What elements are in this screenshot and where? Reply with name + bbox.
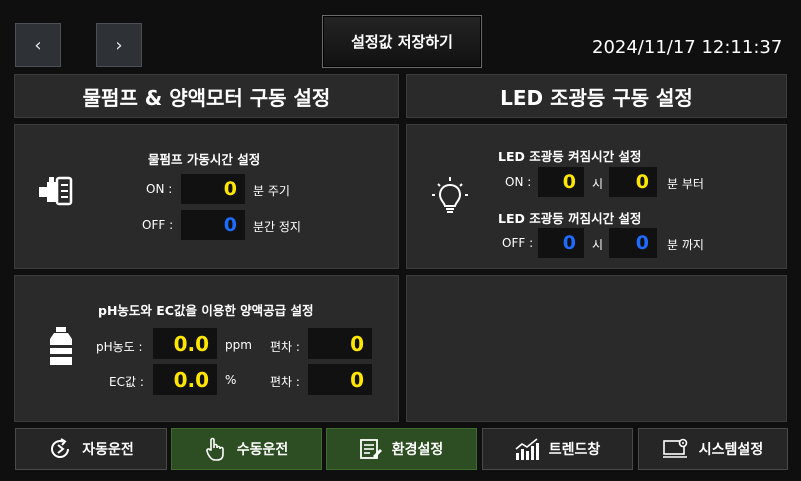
pump-section-title: 물펌프 & 양액모터 구동 설정 <box>14 74 399 118</box>
pump-on-value[interactable]: 0 <box>181 174 245 204</box>
ph-value[interactable]: 0.0 <box>153 328 217 359</box>
ec-deviation-value[interactable]: 0 <box>308 364 372 395</box>
pump-off-unit: 분간 정지 <box>253 220 301 234</box>
auto-mode-label: 자동운전 <box>82 442 134 458</box>
pump-off-label: OFF : <box>142 218 174 232</box>
env-settings-button[interactable]: 환경설정 <box>326 428 477 470</box>
led-on-min-value[interactable]: 0 <box>609 167 657 197</box>
led-on-heading: LED 조광등 켜짐시간 설정 <box>498 149 642 164</box>
trend-chart-icon <box>515 438 539 460</box>
system-settings-button[interactable]: 시스템설정 <box>638 428 788 470</box>
save-settings-button[interactable]: 설정값 저장하기 <box>322 15 482 68</box>
ph-deviation-label: 편차 : <box>270 340 300 354</box>
empty-panel <box>406 275 787 422</box>
manual-mode-button[interactable]: 수동운전 <box>171 428 322 470</box>
pump-panel: 물펌프 가동시간 설정 ON : 0 분 주기 OFF : 0 분간 정지 <box>14 124 399 269</box>
ec-value[interactable]: 0.0 <box>153 364 217 395</box>
trend-label: 트렌드창 <box>548 442 601 458</box>
pump-icon <box>39 176 73 206</box>
led-off-min-value[interactable]: 0 <box>609 228 657 258</box>
ec-label: EC값 : <box>109 375 144 389</box>
led-off-hour-unit: 시 <box>592 238 604 252</box>
auto-mode-button[interactable]: 자동운전 <box>15 428 167 470</box>
hand-pointer-icon <box>205 437 224 461</box>
light-bulb-icon <box>432 177 468 213</box>
ph-label: pH농도 : <box>96 340 143 354</box>
led-on-min-unit: 분 부터 <box>667 177 704 191</box>
trend-button[interactable]: 트렌드창 <box>482 428 633 470</box>
led-panel: LED 조광등 켜짐시간 설정 ON : 0 시 0 분 부터 LED 조광등 … <box>406 124 787 269</box>
led-on-hour-unit: 시 <box>592 177 604 191</box>
env-settings-label: 환경설정 <box>391 442 444 458</box>
led-section-title: LED 조광등 구동 설정 <box>406 74 787 118</box>
monitor-gear-icon <box>662 438 688 458</box>
ec-deviation-label: 편차 : <box>270 375 300 389</box>
nutrient-heading: pH농도와 EC값을 이용한 양액공급 설정 <box>98 303 314 318</box>
led-off-hour-value[interactable]: 0 <box>538 228 584 258</box>
ph-unit: ppm <box>225 338 252 352</box>
chevron-right-icon: › <box>115 34 123 56</box>
pump-on-unit: 분 주기 <box>253 184 290 198</box>
manual-mode-label: 수동운전 <box>236 442 289 458</box>
chevron-left-icon: ‹ <box>34 34 42 56</box>
bottle-icon <box>50 327 72 365</box>
auto-cycle-icon <box>51 438 70 458</box>
save-settings-label: 설정값 저장하기 <box>351 33 453 51</box>
pump-heading: 물펌프 가동시간 설정 <box>148 152 261 167</box>
ec-unit: % <box>225 373 237 387</box>
ph-deviation-value[interactable]: 0 <box>308 328 372 359</box>
nutrient-panel: pH농도와 EC값을 이용한 양액공급 설정 pH농도 : 0.0 ppm 편차… <box>14 275 399 422</box>
prev-button[interactable]: ‹ <box>15 23 61 67</box>
led-on-hour-value[interactable]: 0 <box>538 167 584 197</box>
led-off-heading: LED 조광등 꺼짐시간 설정 <box>498 211 642 226</box>
led-on-label: ON : <box>505 175 532 189</box>
system-settings-label: 시스템설정 <box>698 442 764 458</box>
led-off-label: OFF : <box>502 236 534 250</box>
next-button[interactable]: › <box>96 23 142 67</box>
pump-on-label: ON : <box>146 182 173 196</box>
led-off-min-unit: 분 까지 <box>667 238 704 252</box>
settings-document-icon <box>359 439 382 459</box>
datetime-display: 2024/11/17 12:11:37 <box>592 37 783 58</box>
pump-off-value[interactable]: 0 <box>181 210 245 240</box>
